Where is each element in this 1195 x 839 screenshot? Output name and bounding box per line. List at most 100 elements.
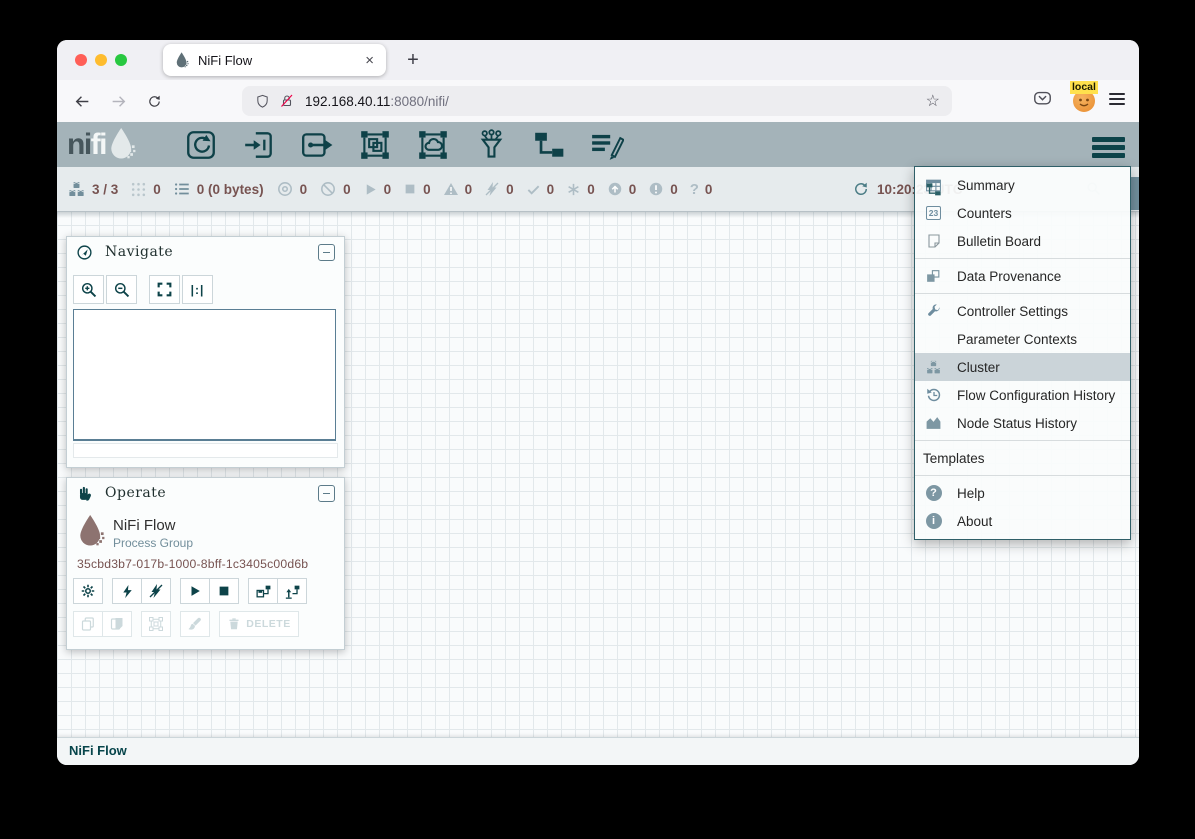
menu-divider <box>915 258 1130 259</box>
cluster-icon <box>67 180 86 199</box>
global-menu-icon[interactable] <box>1092 137 1125 161</box>
remote-process-group-icon[interactable] <box>415 127 451 163</box>
window-close-button[interactable] <box>75 54 87 66</box>
logo-text-fi: fi <box>91 130 106 160</box>
label-icon[interactable] <box>589 127 625 163</box>
history-icon <box>923 387 944 403</box>
global-menu: Summary 23Counters Bulletin Board Data P… <box>914 166 1131 540</box>
menu-item-controller-settings[interactable]: Controller Settings <box>915 297 1130 325</box>
disabled-bolt-icon <box>484 181 500 197</box>
delete-button[interactable]: DELETE <box>219 611 299 637</box>
zoom-in-button[interactable] <box>73 275 104 304</box>
back-icon[interactable] <box>69 88 95 114</box>
copy-button[interactable] <box>73 611 103 637</box>
templates-icon <box>923 181 944 193</box>
zoom-out-button[interactable] <box>106 275 137 304</box>
stop-icon <box>403 182 417 196</box>
hand-icon <box>76 485 93 502</box>
warning-icon <box>443 181 459 197</box>
refresh-icon[interactable] <box>853 181 869 197</box>
menu-item-summary[interactable]: Summary <box>915 171 1130 199</box>
menu-item-help[interactable]: ?Help <box>915 479 1130 507</box>
url-bar[interactable]: 192.168.40.11:8080/nifi/ ☆ <box>242 86 952 116</box>
disable-button[interactable] <box>141 578 171 604</box>
invalid-status: 0 <box>443 181 473 197</box>
menu-item-flow-configuration-history[interactable]: Flow Configuration History <box>915 381 1130 409</box>
funnel-icon[interactable] <box>473 127 509 163</box>
firefox-menu-icon[interactable] <box>1109 93 1125 108</box>
new-tab-button[interactable]: + <box>398 44 428 76</box>
check-icon <box>526 182 541 197</box>
output-port-icon[interactable] <box>299 127 335 163</box>
birdseye-minimap[interactable] <box>73 309 336 441</box>
enable-button[interactable] <box>112 578 142 604</box>
minimap-footer <box>73 443 338 458</box>
start-button[interactable] <box>180 578 210 604</box>
color-button[interactable] <box>180 611 210 637</box>
info-circle-icon: i <box>923 513 944 529</box>
nifi-drop-icon <box>108 127 136 162</box>
process-group-icon[interactable] <box>357 127 393 163</box>
browser-window: NiFi Flow × + 192.168.40.11:8080/nifi/ ☆ <box>57 40 1139 765</box>
configure-button[interactable] <box>73 578 103 604</box>
navigate-panel: Navigate |:| <box>66 236 345 468</box>
window-minimize-button[interactable] <box>95 54 107 66</box>
pocket-icon[interactable] <box>1033 89 1052 113</box>
group-button[interactable] <box>141 611 171 637</box>
menu-item-about[interactable]: iAbout <box>915 507 1130 535</box>
menu-item-templates[interactable]: Templates <box>915 444 1130 472</box>
reload-icon[interactable] <box>141 88 167 114</box>
trash-icon <box>227 617 241 631</box>
selection-id: 35cbd3b7-017b-1000-8bff-1c3405c00d6b <box>77 557 308 571</box>
bookmark-star-icon[interactable]: ☆ <box>926 91 940 111</box>
tab-close-icon[interactable]: × <box>365 53 374 68</box>
browser-navbar: 192.168.40.11:8080/nifi/ ☆ local <box>57 80 1139 123</box>
sync-failure-status: ?0 <box>690 181 713 198</box>
queue-list-icon <box>173 180 191 198</box>
not-transmitting-status: 0 <box>319 180 351 198</box>
counters-icon: 23 <box>923 206 944 220</box>
paste-button[interactable] <box>102 611 132 637</box>
up-to-date-status: 0 <box>526 182 555 197</box>
zoom-actual-size-button[interactable]: |:| <box>182 275 213 304</box>
tracking-shield-icon[interactable] <box>255 94 270 109</box>
window-zoom-button[interactable] <box>115 54 127 66</box>
input-port-icon[interactable] <box>241 127 277 163</box>
upload-template-button[interactable] <box>277 578 307 604</box>
threads-grid-icon <box>130 181 147 198</box>
menu-item-data-provenance[interactable]: Data Provenance <box>915 262 1130 290</box>
url-text[interactable]: 192.168.40.11:8080/nifi/ <box>305 94 926 109</box>
menu-item-counters[interactable]: 23Counters <box>915 199 1130 227</box>
menu-item-bulletin-board[interactable]: Bulletin Board <box>915 227 1130 255</box>
operate-collapse-button[interactable] <box>318 485 335 502</box>
create-template-button[interactable] <box>248 578 278 604</box>
navigate-collapse-button[interactable] <box>318 244 335 261</box>
breadcrumb-root[interactable]: NiFi Flow <box>69 743 1139 758</box>
disabled-status: 0 <box>484 181 514 197</box>
tab-title: NiFi Flow <box>198 53 365 68</box>
menu-item-parameter-contexts[interactable]: Parameter Contexts <box>915 325 1130 353</box>
zoom-fit-button[interactable] <box>149 275 180 304</box>
forward-icon[interactable] <box>105 88 131 114</box>
browser-tab[interactable]: NiFi Flow × <box>163 44 386 76</box>
menu-divider <box>915 475 1130 476</box>
nifi-logo: nifi <box>67 127 167 162</box>
breadcrumb-bar: NiFi Flow <box>57 737 1139 765</box>
transmitting-icon <box>276 180 294 198</box>
template-icon[interactable] <box>531 127 567 163</box>
menu-divider <box>915 293 1130 294</box>
menu-item-node-status-history[interactable]: Node Status History <box>915 409 1130 437</box>
nifi-toolbar: nifi <box>57 122 1139 167</box>
asterisk-icon <box>566 182 581 197</box>
stop-button[interactable] <box>209 578 239 604</box>
exclamation-circle-icon <box>648 181 664 197</box>
insecure-lock-icon[interactable] <box>279 93 295 109</box>
container-badge: local <box>1070 81 1098 94</box>
operate-panel: Operate NiFi Flow Process Group 35cbd3b7… <box>66 477 345 650</box>
compass-icon <box>76 244 93 261</box>
running-status: 0 <box>363 182 392 197</box>
process-group-drop-icon <box>77 514 105 554</box>
operate-panel-header: Operate <box>67 478 344 508</box>
menu-item-cluster[interactable]: Cluster <box>915 353 1130 381</box>
processor-icon[interactable] <box>183 127 219 163</box>
